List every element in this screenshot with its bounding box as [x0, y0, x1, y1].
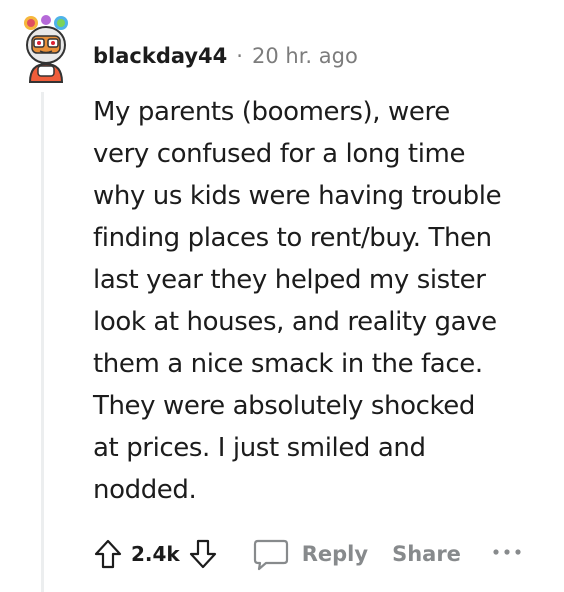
vote-count: 2.4k: [131, 542, 180, 566]
comment-body: My parents (boomers), were very confused…: [93, 91, 553, 511]
comment-line: them a nice smack in the face.: [93, 349, 483, 379]
ellipsis-icon[interactable]: [491, 544, 523, 564]
comment-line: very confused for a long time: [93, 139, 466, 169]
user-avatar[interactable]: [14, 14, 78, 84]
share-button[interactable]: Share: [392, 542, 461, 566]
comment-meta: blackday44 · 20 hr. ago: [93, 42, 358, 70]
comment-line: They were absolutely shocked: [93, 391, 475, 421]
timestamp[interactable]: 20 hr. ago: [252, 44, 358, 68]
arrow-down-icon[interactable]: [188, 538, 218, 570]
arrow-up-icon[interactable]: [93, 538, 123, 570]
meta-separator: ·: [236, 44, 243, 68]
comment-line: look at houses, and reality gave: [93, 307, 497, 337]
comment-line: last year they helped my sister: [93, 265, 486, 295]
comment-line: My parents (boomers), were: [93, 97, 450, 127]
thread-line[interactable]: [41, 92, 44, 592]
reply-button[interactable]: Reply: [302, 542, 368, 566]
comment-line: why us kids were having trouble: [93, 181, 502, 211]
comment-line: at prices. I just smiled and: [93, 433, 426, 463]
comment-action-bar: 2.4k Reply Share: [93, 534, 553, 574]
username-link[interactable]: blackday44: [93, 44, 227, 68]
comment-line: finding places to rent/buy. Then: [93, 223, 492, 253]
comment-line: nodded.: [93, 475, 197, 505]
speech-bubble-icon[interactable]: [252, 537, 290, 571]
